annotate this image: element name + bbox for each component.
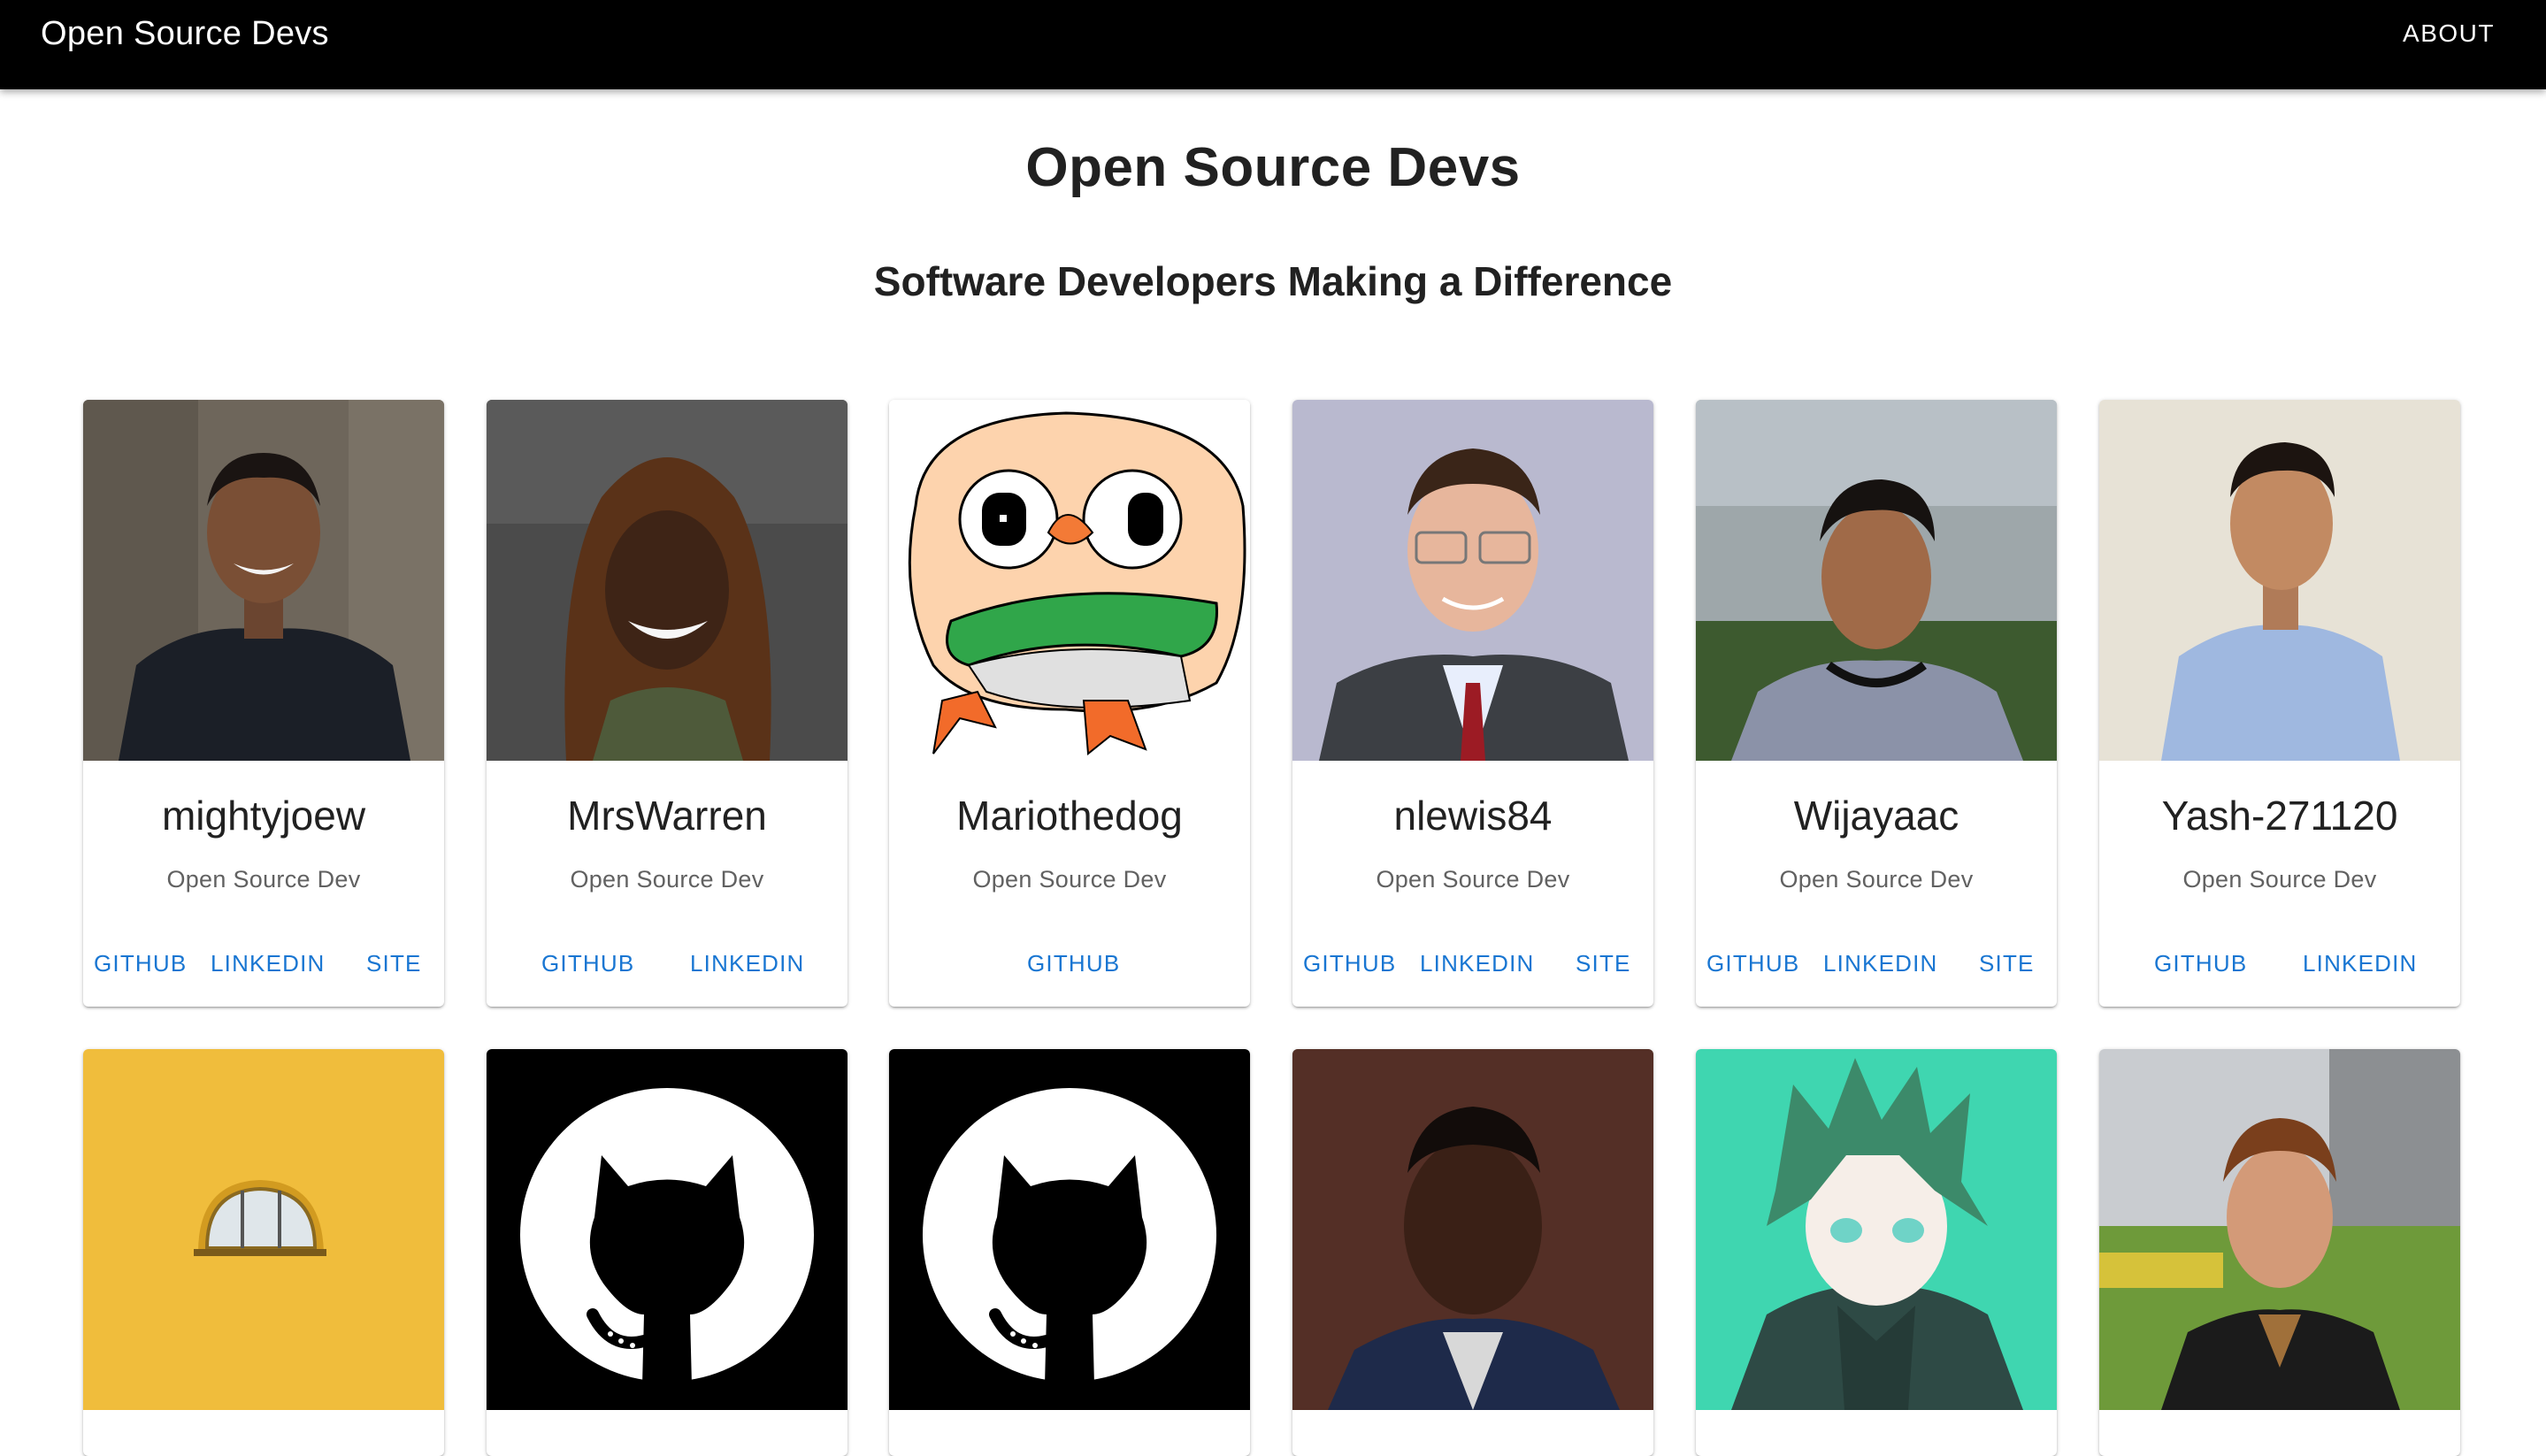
linkedin-link[interactable]: LINKEDIN xyxy=(2303,941,2418,985)
avatar-image xyxy=(83,400,444,761)
dev-card xyxy=(1696,1049,2057,1456)
github-link[interactable]: GITHUB xyxy=(1303,941,1396,985)
dev-role: Open Source Dev xyxy=(570,866,764,893)
dev-name: mightyjoew xyxy=(161,793,366,839)
avatar-image xyxy=(2099,1049,2460,1410)
dev-name: MrsWarren xyxy=(567,793,767,839)
about-button[interactable]: ABOUT xyxy=(2396,16,2502,51)
github-link[interactable]: GITHUB xyxy=(1706,941,1799,985)
dev-role: Open Source Dev xyxy=(2182,866,2377,893)
site-link[interactable]: SITE xyxy=(366,941,422,985)
avatar-photo xyxy=(1696,400,2057,761)
brand-title[interactable]: Open Source Devs xyxy=(41,12,329,55)
avatar-image xyxy=(1696,1049,2057,1410)
app-bar: Open Source Devs ABOUT xyxy=(0,0,2546,89)
card-actions: GITHUB LINKEDIN xyxy=(487,941,847,985)
card-actions: GITHUB LINKEDIN SITE xyxy=(83,941,444,985)
dev-name: Yash-271120 xyxy=(2161,793,2398,839)
avatar-photo xyxy=(2099,400,2460,761)
github-link[interactable]: GITHUB xyxy=(2154,941,2247,985)
dev-role: Open Source Dev xyxy=(166,866,361,893)
linkedin-link[interactable]: LINKEDIN xyxy=(211,941,326,985)
dev-card xyxy=(1292,1049,1653,1456)
avatar-image xyxy=(487,400,847,761)
site-link[interactable]: SITE xyxy=(1576,941,1631,985)
site-link[interactable]: SITE xyxy=(1979,941,2035,985)
dev-role: Open Source Dev xyxy=(972,866,1167,893)
linkedin-link[interactable]: LINKEDIN xyxy=(1823,941,1938,985)
dev-card: nlewis84 Open Source Dev GITHUB LINKEDIN… xyxy=(1292,400,1653,1007)
avatar-photo xyxy=(83,400,444,761)
avatar-image xyxy=(889,1049,1250,1410)
dev-card: mightyjoew Open Source Dev GITHUB LINKED… xyxy=(83,400,444,1007)
card-actions: GITHUB LINKEDIN SITE xyxy=(1696,941,2057,985)
dev-name: nlewis84 xyxy=(1393,793,1553,839)
dev-card: MrsWarren Open Source Dev GITHUB LINKEDI… xyxy=(487,400,847,1007)
avatar-photo xyxy=(1292,1049,1653,1410)
dev-card: Wijayaac Open Source Dev GITHUB LINKEDIN… xyxy=(1696,400,2057,1007)
dev-card xyxy=(889,1049,1250,1456)
avatar-image xyxy=(487,1049,847,1410)
linkedin-link[interactable]: LINKEDIN xyxy=(1420,941,1535,985)
dev-card: Mariothedog Open Source Dev GITHUB xyxy=(889,400,1250,1007)
dev-role: Open Source Dev xyxy=(1779,866,1974,893)
avatar-image xyxy=(2099,400,2460,761)
avatar-photo xyxy=(1292,400,1653,761)
github-octocat-icon xyxy=(889,1049,1250,1410)
avatar-photo xyxy=(487,400,847,761)
avatar-photo xyxy=(2099,1049,2460,1410)
card-actions: GITHUB LINKEDIN xyxy=(2099,941,2460,985)
owl-drawing-icon xyxy=(889,400,1250,761)
dev-name: Mariothedog xyxy=(956,793,1183,839)
github-link[interactable]: GITHUB xyxy=(94,941,187,985)
yellow-wall-window-icon xyxy=(83,1049,444,1410)
dev-name: Wijayaac xyxy=(1793,793,1959,839)
page-subtitle: Software Developers Making a Difference xyxy=(873,258,1673,304)
page-title: Open Source Devs xyxy=(1025,137,1521,198)
card-actions: GITHUB xyxy=(889,941,1250,985)
avatar-image xyxy=(889,400,1250,761)
avatar-image xyxy=(1292,1049,1653,1410)
dev-role: Open Source Dev xyxy=(1376,866,1570,893)
dev-card xyxy=(487,1049,847,1456)
linkedin-link[interactable]: LINKEDIN xyxy=(690,941,805,985)
dev-card xyxy=(2099,1049,2460,1456)
avatar-image xyxy=(1292,400,1653,761)
github-link[interactable]: GITHUB xyxy=(1027,941,1120,985)
avatar-image xyxy=(1696,400,2057,761)
dev-card: Yash-271120 Open Source Dev GITHUB LINKE… xyxy=(2099,400,2460,1007)
dev-card xyxy=(83,1049,444,1456)
github-link[interactable]: GITHUB xyxy=(541,941,634,985)
avatar-image xyxy=(83,1049,444,1410)
anime-character-icon xyxy=(1696,1049,2057,1410)
github-octocat-icon xyxy=(487,1049,847,1410)
card-actions: GITHUB LINKEDIN SITE xyxy=(1292,941,1653,985)
